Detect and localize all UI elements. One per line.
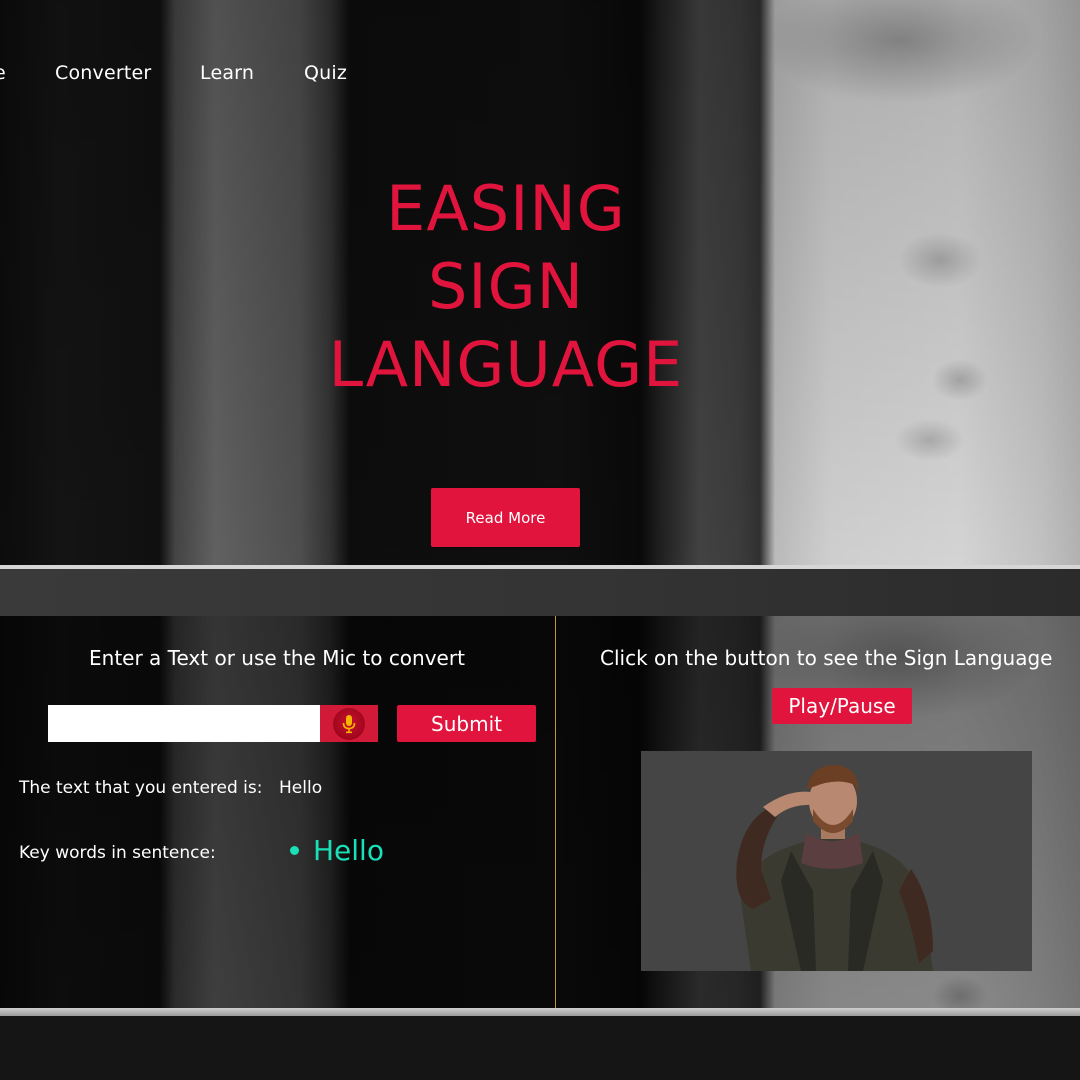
read-more-button[interactable]: Read More: [431, 488, 580, 547]
signing-avatar-figure: [736, 765, 933, 971]
footer-band: [0, 1016, 1080, 1080]
microphone-icon: [333, 707, 365, 740]
hero-title-line-2: SIGN: [427, 250, 585, 323]
keyword-list: Hello: [290, 834, 384, 867]
nav-item-home[interactable]: e: [0, 62, 6, 84]
entered-text-value: Hello: [279, 778, 323, 798]
section-divider-bottom: [0, 1008, 1080, 1016]
keyword-text: Hello: [313, 834, 384, 867]
sign-language-heading: Click on the button to see the Sign Lang…: [600, 646, 1053, 670]
hero-title-line-1: EASING: [386, 172, 626, 245]
top-navigation: e Converter Learn Quiz: [0, 62, 1080, 92]
submit-button[interactable]: Submit: [397, 705, 536, 742]
text-input-field[interactable]: [48, 705, 320, 742]
hero-title: EASING SIGN LANGUAGE: [300, 170, 712, 404]
nav-item-quiz[interactable]: Quiz: [304, 62, 347, 84]
mic-button[interactable]: [320, 705, 378, 742]
text-input-heading: Enter a Text or use the Mic to convert: [89, 646, 465, 670]
sign-language-video[interactable]: [641, 751, 1032, 971]
entered-text-label: The text that you entered is:: [19, 778, 263, 798]
hero-title-line-3: LANGUAGE: [328, 328, 684, 401]
play-pause-button[interactable]: Play/Pause: [772, 688, 912, 724]
keywords-label: Key words in sentence:: [19, 843, 216, 863]
keyword-item: Hello: [290, 834, 384, 867]
bullet-icon: [290, 846, 299, 855]
section-band: [0, 569, 1080, 616]
nav-item-converter[interactable]: Converter: [55, 62, 151, 84]
column-divider: [555, 616, 556, 1008]
nav-item-learn[interactable]: Learn: [200, 62, 254, 84]
